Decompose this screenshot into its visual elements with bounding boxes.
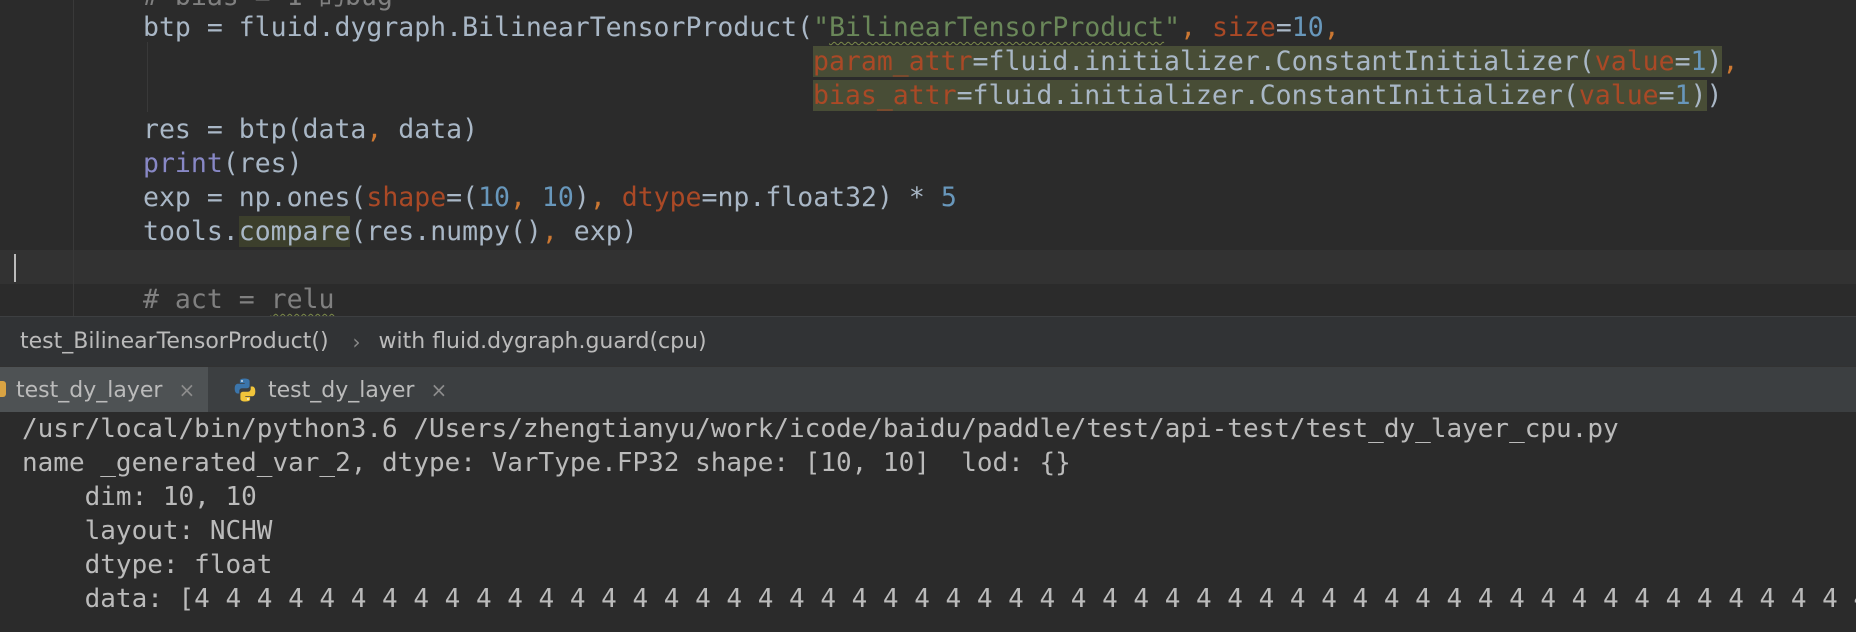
- run-console-output[interactable]: /usr/local/bin/python3.6 /Users/zhengtia…: [0, 412, 1856, 632]
- console-line: dtype: float: [22, 550, 273, 580]
- text-caret: [14, 254, 16, 282]
- code-line-exp: exp = np.ones(shape=(10, 10), dtype=np.f…: [143, 182, 957, 213]
- console-line: /usr/local/bin/python3.6 /Users/zhengtia…: [22, 414, 1619, 444]
- run-tab-2[interactable]: test_dy_layer ×: [232, 367, 462, 413]
- close-icon[interactable]: ×: [430, 378, 447, 402]
- run-tab-bar: test_dy_layer × test_dy_layer ×: [0, 366, 1856, 414]
- breadcrumb-item-function[interactable]: test_BilinearTensorProduct(): [20, 329, 329, 354]
- code-editor[interactable]: # bias = 1 的bug btp = fluid.dygraph.Bili…: [0, 0, 1856, 316]
- indent-guide: [73, 0, 74, 316]
- code-line-btp: btp = fluid.dygraph.BilinearTensorProduc…: [143, 12, 1340, 43]
- close-icon[interactable]: ×: [178, 378, 195, 402]
- python-icon: [234, 378, 256, 402]
- run-config-icon: [0, 381, 6, 397]
- run-tab-label: test_dy_layer: [268, 377, 415, 403]
- current-line-highlight: [0, 250, 1856, 284]
- breadcrumb-separator-icon: ›: [352, 329, 361, 354]
- run-tab-1[interactable]: test_dy_layer ×: [0, 367, 208, 413]
- code-line-print: print(res): [143, 148, 303, 179]
- console-line: data: [4 4 4 4 4 4 4 4 4 4 4 4 4 4 4 4 4…: [22, 584, 1856, 614]
- console-line: dim: 10, 10: [22, 482, 257, 512]
- code-line-bias-attr: bias_attr=fluid.initializer.ConstantInit…: [813, 80, 1723, 111]
- code-line-res: res = btp(data, data): [143, 114, 479, 145]
- code-line-tools-compare: tools.compare(res.numpy(), exp): [143, 216, 638, 247]
- console-line: layout: NCHW: [22, 516, 273, 546]
- console-line: name _generated_var_2, dtype: VarType.FP…: [22, 448, 1071, 478]
- run-tab-label: test_dy_layer: [16, 377, 163, 403]
- code-line-param-attr: param_attr=fluid.initializer.ConstantIni…: [813, 46, 1739, 77]
- code-line-comment-act: # act = relu: [143, 284, 335, 315]
- breadcrumb-item-with-block[interactable]: with fluid.dygraph.guard(cpu): [379, 329, 707, 354]
- breadcrumb: test_BilinearTensorProduct() › with flui…: [0, 316, 1856, 366]
- indent-guide: [147, 42, 148, 112]
